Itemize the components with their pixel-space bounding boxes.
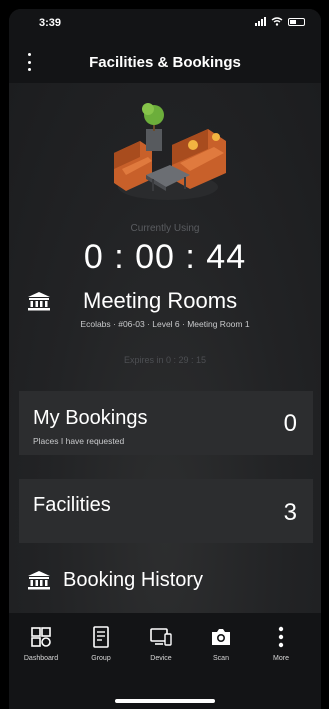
facilities-card[interactable]: Facilities 3	[19, 479, 313, 543]
my-bookings-subtitle: Places I have requested	[33, 436, 125, 446]
device-icon	[150, 628, 172, 646]
facilities-title: Facilities	[33, 494, 111, 516]
bottom-tab-bar: Dashboard Group Device Scan More	[9, 613, 321, 709]
tab-label: Device	[150, 655, 172, 662]
lounge-illustration	[114, 103, 226, 200]
dashboard-icon	[31, 627, 51, 647]
expiry-countdown: Expires in 0 : 29 : 15	[123, 355, 207, 365]
wifi-icon	[271, 17, 283, 26]
tab-label: Dashboard	[23, 655, 59, 662]
my-bookings-count: 0	[283, 410, 297, 437]
tab-device[interactable]: Device	[133, 625, 189, 662]
page-title: Facilities & Bookings	[89, 54, 241, 71]
my-bookings-title: My Bookings	[33, 407, 148, 429]
facility-location: Ecolabs · #06-03 · Level 6 · Meeting Roo…	[80, 319, 250, 329]
current-status-label: Currently Using	[130, 223, 200, 234]
battery-icon	[288, 17, 305, 26]
facility-type: Meeting Rooms	[27, 286, 307, 314]
tab-dashboard[interactable]: Dashboard	[13, 625, 69, 662]
building-icon	[28, 292, 50, 311]
camera-icon	[212, 629, 230, 645]
facility-type-label: Meeting Rooms	[83, 288, 238, 313]
status-time: 3:39	[39, 17, 62, 29]
home-indicator[interactable]	[115, 699, 215, 703]
signal-icon	[255, 17, 266, 26]
status-icons	[255, 17, 305, 26]
app-screen: 3:39 Facilities & Bookings Currently Usi…	[9, 9, 321, 709]
more-icon	[278, 626, 284, 648]
tab-label: Group	[91, 655, 111, 662]
tab-scan[interactable]: Scan	[193, 625, 249, 662]
booking-history-title: Booking History	[63, 569, 204, 591]
facilities-count: 3	[283, 499, 297, 526]
group-icon	[93, 626, 109, 648]
tab-label: More	[273, 655, 289, 662]
booking-history-row[interactable]: Booking History	[27, 567, 307, 597]
building-icon	[28, 571, 50, 590]
tab-more[interactable]: More	[253, 625, 309, 662]
tab-group[interactable]: Group	[73, 625, 129, 662]
my-bookings-card[interactable]: My Bookings Places I have requested 0	[19, 391, 313, 455]
status-bar: 3:39	[9, 9, 321, 39]
tab-label: Scan	[213, 655, 229, 662]
main-content: Currently Using 0 : 00 : 44 Meeting Room…	[9, 83, 321, 613]
usage-timer: 0 : 00 : 44	[83, 238, 247, 276]
app-header: Facilities & Bookings	[9, 39, 321, 83]
